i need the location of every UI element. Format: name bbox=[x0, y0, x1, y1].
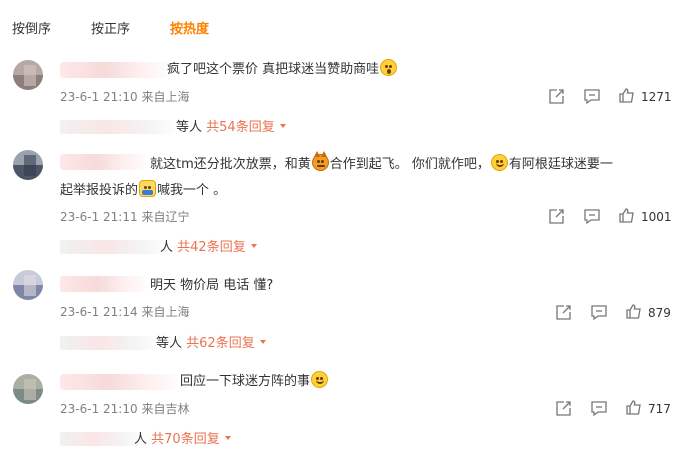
shocked-face-emoji-icon bbox=[380, 59, 398, 76]
reply-summary: 等人 共54条回复 bbox=[176, 120, 287, 136]
share-icon[interactable] bbox=[555, 400, 572, 417]
comment-text-line-2: 起举报投诉的 喊我一个 。 bbox=[60, 179, 226, 203]
like-count: 879 bbox=[648, 306, 671, 320]
comment-meta: 23-6-1 21:11 来自辽宁 bbox=[60, 209, 189, 225]
caret-down-icon[interactable] bbox=[279, 122, 287, 130]
share-icon[interactable] bbox=[555, 304, 572, 321]
comment-meta: 23-6-1 21:10 来自上海 bbox=[60, 89, 189, 105]
comment-location: 来自吉林 bbox=[141, 402, 190, 416]
sort-tabs: 按倒序 按正序 按热度 bbox=[0, 0, 689, 44]
tab-sort-forward[interactable]: 按正序 bbox=[91, 22, 130, 38]
avatar[interactable] bbox=[13, 270, 43, 300]
comment-icon[interactable] bbox=[590, 304, 608, 321]
view-replies-link[interactable]: 共62条回复 bbox=[186, 336, 255, 351]
username-blurred[interactable] bbox=[60, 62, 172, 78]
comment-meta: 23-6-1 21:14 来自上海 bbox=[60, 304, 189, 320]
comment-icon[interactable] bbox=[583, 208, 601, 225]
share-icon[interactable] bbox=[548, 208, 565, 225]
reply-users-blurred bbox=[60, 240, 170, 254]
like-count: 1271 bbox=[641, 90, 672, 104]
caret-down-icon[interactable] bbox=[224, 434, 232, 442]
reply-summary: 等人 共62条回复 bbox=[156, 336, 267, 352]
view-replies-link[interactable]: 共70条回复 bbox=[151, 432, 220, 447]
reply-users-blurred bbox=[60, 120, 178, 134]
comment-time: 23-6-1 21:14 bbox=[60, 305, 138, 319]
username-blurred[interactable] bbox=[60, 276, 150, 292]
reply-users-blurred bbox=[60, 432, 144, 446]
comment-time: 23-6-1 21:10 bbox=[60, 402, 138, 416]
comment-text: 疯了吧这个票价 真把球迷当赞助商哇 bbox=[167, 58, 398, 82]
thumbs-up-icon[interactable] bbox=[625, 303, 642, 320]
username-blurred[interactable] bbox=[60, 374, 182, 390]
comment-time: 23-6-1 21:11 bbox=[60, 210, 138, 224]
like-count: 1001 bbox=[641, 210, 672, 224]
tab-sort-hot[interactable]: 按热度 bbox=[170, 22, 209, 38]
avatar[interactable] bbox=[13, 60, 43, 90]
thumbs-up-icon[interactable] bbox=[618, 207, 635, 224]
view-replies-link[interactable]: 共54条回复 bbox=[206, 120, 275, 135]
thumbs-up-icon[interactable] bbox=[625, 399, 642, 416]
reply-summary: 人 共70条回复 bbox=[134, 432, 232, 448]
comment-location: 来自上海 bbox=[141, 305, 190, 319]
comment-text: 回应一下球迷方阵的事 bbox=[180, 370, 329, 394]
view-replies-link[interactable]: 共42条回复 bbox=[177, 240, 246, 255]
comment-location: 来自辽宁 bbox=[141, 210, 190, 224]
caret-down-icon[interactable] bbox=[250, 242, 258, 250]
avatar[interactable] bbox=[13, 150, 43, 180]
devil-face-emoji-icon bbox=[311, 151, 329, 171]
comment-icon[interactable] bbox=[590, 400, 608, 417]
caret-down-icon[interactable] bbox=[259, 338, 267, 346]
comment-location: 来自上海 bbox=[141, 90, 190, 104]
thumbs-up-icon[interactable] bbox=[618, 87, 635, 104]
tab-sort-reverse[interactable]: 按倒序 bbox=[12, 22, 51, 38]
comment-time: 23-6-1 21:10 bbox=[60, 90, 138, 104]
comment-text: 明天 物价局 电话 懂? bbox=[150, 278, 274, 293]
share-icon[interactable] bbox=[548, 88, 565, 105]
reply-summary: 人 共42条回复 bbox=[160, 240, 258, 256]
comment-text: 就这tm还分批次放票，和黄 合作到起飞。 你们就作吧， 有阿根廷球迷要一 bbox=[150, 151, 613, 177]
comment-meta: 23-6-1 21:10 来自吉林 bbox=[60, 401, 189, 417]
reply-users-blurred bbox=[60, 336, 160, 350]
like-count: 717 bbox=[648, 402, 671, 416]
smile-face-emoji-icon bbox=[490, 154, 508, 171]
phone-call-emoji-icon bbox=[139, 180, 157, 197]
username-blurred[interactable] bbox=[60, 154, 150, 170]
smile-face-emoji-icon bbox=[311, 371, 329, 388]
comment-icon[interactable] bbox=[583, 88, 601, 105]
avatar[interactable] bbox=[13, 374, 43, 404]
